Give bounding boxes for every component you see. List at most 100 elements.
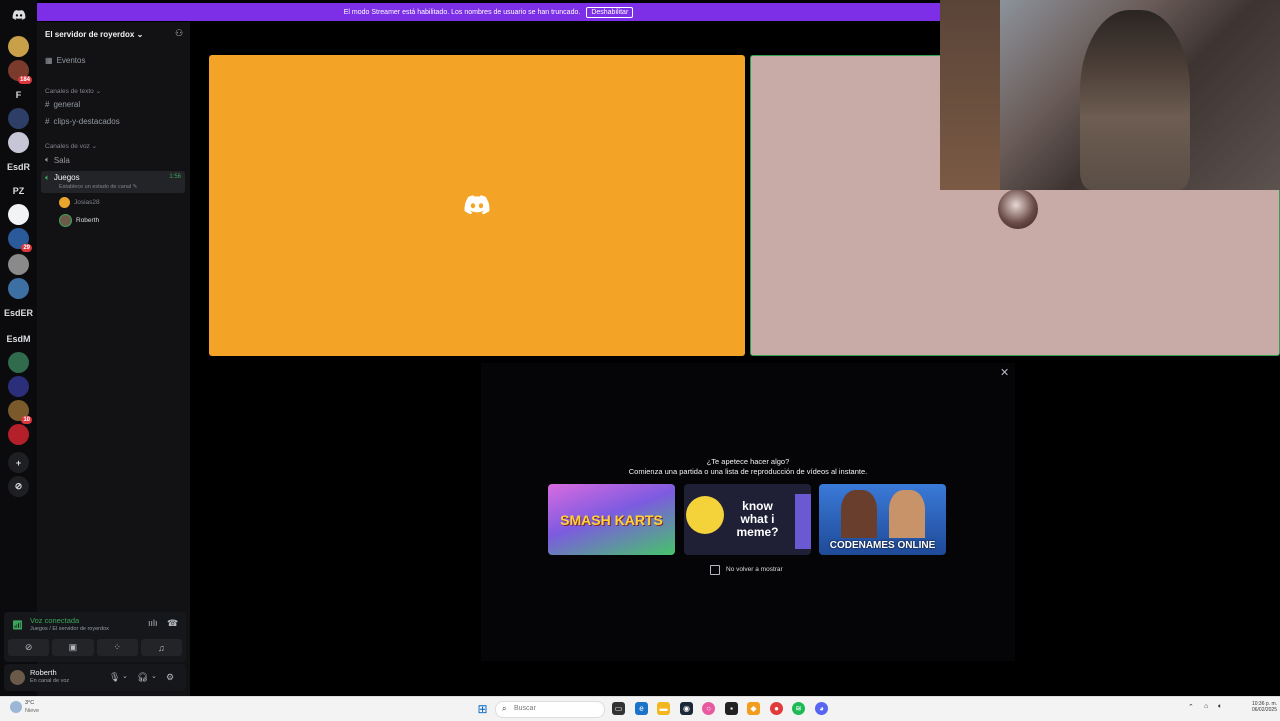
voice-actions: ⊘ ▣ ⁘ ♫ [8, 639, 182, 656]
windows-taskbar: 3°C Nieve ⊞ ⌕ Buscar ▭ e ▬ ◉ ○ ▪ ◆ ● ≋ ◕… [0, 696, 1280, 721]
edge-icon[interactable]: e [635, 702, 648, 715]
server-icon-15[interactable] [8, 376, 29, 397]
taskbar-search[interactable]: ⌕ Buscar [495, 701, 605, 718]
settings-gear-icon[interactable]: ⚙ [166, 672, 174, 683]
spotify-icon[interactable]: ≋ [792, 702, 805, 715]
add-server-icon[interactable]: + [8, 452, 29, 473]
server-icon-3[interactable]: F [8, 84, 29, 105]
voice-user-roberth[interactable]: Roberth [59, 214, 99, 227]
avatar [59, 197, 70, 208]
search-placeholder: Buscar [514, 705, 536, 712]
server-label: EsdR [7, 161, 31, 172]
events-item[interactable]: ▦ Eventos [45, 56, 85, 65]
mention-badge: 10 [21, 416, 32, 424]
server-icon-10[interactable] [8, 254, 29, 275]
avatar[interactable] [10, 670, 25, 685]
server-icon-12[interactable]: EsdER [4, 302, 33, 323]
clock[interactable]: 10:36 p. m. 06/02/2025 [1249, 701, 1277, 713]
channel-general[interactable]: # general [45, 100, 80, 109]
signal-icon: 📶︎ [12, 620, 24, 630]
server-icon-4[interactable] [8, 108, 29, 129]
screen-share-icon[interactable]: ▣ [52, 639, 94, 656]
channel-juegos-label: Juegos [53, 173, 80, 182]
network-icon[interactable]: ⌂ [1204, 703, 1208, 710]
server-rail: 184 F EsdR PZ 29 EsdER EsdM 10 + ⊘ [0, 0, 37, 696]
task-view-icon[interactable]: ▭ [612, 702, 625, 715]
activity-launcher: ✕ ¿Te apetece hacer algo? Comienza una p… [481, 363, 1015, 661]
volume-icon[interactable]: 🔈︎ [1218, 703, 1222, 711]
app-red-icon[interactable]: ● [770, 702, 783, 715]
server-icon-1[interactable] [8, 36, 29, 57]
steam-icon[interactable]: ◉ [680, 702, 693, 715]
channel-clips-y-destacados[interactable]: # clips-y-destacados [45, 117, 120, 126]
app-icon[interactable]: ○ [702, 702, 715, 715]
webcam-overlay [940, 0, 1280, 190]
weather-desc: Nieve [25, 708, 40, 714]
server-icon-7[interactable]: PZ [8, 180, 29, 201]
server-icon-11[interactable] [8, 278, 29, 299]
terminal-icon[interactable]: ▪ [725, 702, 738, 715]
meme-mascot-icon [686, 496, 724, 534]
server-icon-5[interactable] [8, 132, 29, 153]
server-icon-17[interactable] [8, 424, 29, 445]
invite-people-icon[interactable]: ⚇ [175, 28, 183, 39]
server-label: F [15, 89, 22, 100]
chevron-down-icon[interactable]: ⌄ [151, 672, 157, 680]
mention-badge: 29 [21, 244, 32, 252]
close-icon[interactable]: ✕ [1000, 366, 1009, 379]
file-explorer-icon[interactable]: ▬ [657, 702, 670, 715]
voice-connected-subtitle[interactable]: Juegos / El servidor de royerdox [30, 626, 109, 632]
voice-connected-panel: 📶︎ Voz conectada Juegos / El servidor de… [4, 612, 186, 662]
disconnect-icon[interactable]: ☎ [167, 618, 178, 629]
search-icon: ⌕ [502, 704, 507, 713]
activity-card-know-what-i-meme[interactable]: know what i meme? [684, 484, 811, 555]
username[interactable]: Roberth [30, 668, 57, 677]
discord-logo-icon [464, 195, 490, 220]
voice-connected-title[interactable]: Voz conectada [30, 616, 79, 625]
hash-icon: # [45, 100, 50, 109]
user-panel: Roberth En canal de voz 🎙︎ ⌄ 🎧︎ ⌄ ⚙ [4, 664, 186, 691]
discord-taskbar-icon[interactable]: ◕ [815, 702, 828, 715]
server-icon-16[interactable]: 10 [8, 400, 32, 424]
streamer-mode-banner: El modo Streamer está habilitado. Los no… [37, 3, 940, 21]
server-icon-8[interactable] [8, 204, 29, 225]
voice-category[interactable]: Canales de voz ⌄ [45, 142, 97, 150]
avatar [59, 214, 72, 227]
video-tile-josias28[interactable] [209, 55, 745, 356]
server-icon-9[interactable]: 29 [8, 228, 32, 252]
disable-streamer-button[interactable]: Deshabilitar [586, 6, 634, 18]
chevron-down-icon[interactable]: ⌄ [122, 672, 128, 680]
text-category[interactable]: Canales de texto ⌄ [45, 87, 101, 95]
noise-suppression-icon[interactable]: ıılı [148, 618, 158, 628]
channel-juegos[interactable]: 🔈︎ Juegos 1:56 Establece un estado de can… [41, 171, 185, 193]
windows-start-icon[interactable]: ⊞ [476, 702, 489, 716]
channel-status-hint[interactable]: Establece un estado de canal ✎ [59, 184, 137, 190]
activity-card-codenames[interactable]: CODENAMES ONLINE [819, 484, 946, 555]
soundboard-icon[interactable]: ♫ [140, 639, 182, 656]
activity-title: ¿Te apetece hacer algo? [706, 457, 790, 466]
mention-badge: 184 [17, 76, 32, 84]
server-icon-2[interactable]: 184 [8, 60, 32, 84]
discover-icon[interactable]: ⊘ [8, 476, 29, 497]
dont-show-again-checkbox[interactable] [710, 565, 720, 575]
camera-off-icon[interactable]: ⊘ [8, 639, 50, 656]
server-icon-6[interactable]: EsdR [7, 156, 31, 177]
voice-user-josias28[interactable]: Josias28 [59, 197, 100, 208]
card-label: CODENAMES ONLINE [829, 540, 936, 551]
tray-chevron-icon[interactable]: ⌃ [1188, 703, 1194, 711]
weather-icon[interactable] [10, 701, 22, 713]
server-icon-14[interactable] [8, 352, 29, 373]
server-icon-13[interactable]: EsdM [7, 328, 31, 349]
discord-home-icon[interactable] [8, 4, 29, 25]
channel-sidebar: El servidor de royerdox ⌄ ⚇ ▦ Eventos Can… [37, 22, 190, 696]
microphone-icon[interactable]: 🎙︎ [109, 672, 120, 683]
avatar [998, 189, 1038, 229]
activity-card-smash-karts[interactable]: SMASH KARTS [548, 484, 675, 555]
headphones-icon[interactable]: 🎧︎ [137, 672, 148, 683]
server-name-header[interactable]: El servidor de royerdox ⌄ [45, 30, 143, 39]
app-orange-icon[interactable]: ◆ [747, 702, 760, 715]
channel-sala[interactable]: 🔈︎ Sala [45, 155, 70, 165]
dont-show-again-label[interactable]: No volver a mostrar [726, 566, 783, 573]
activities-icon[interactable]: ⁘ [96, 639, 138, 656]
speaker-icon: 🔈︎ [45, 173, 50, 182]
